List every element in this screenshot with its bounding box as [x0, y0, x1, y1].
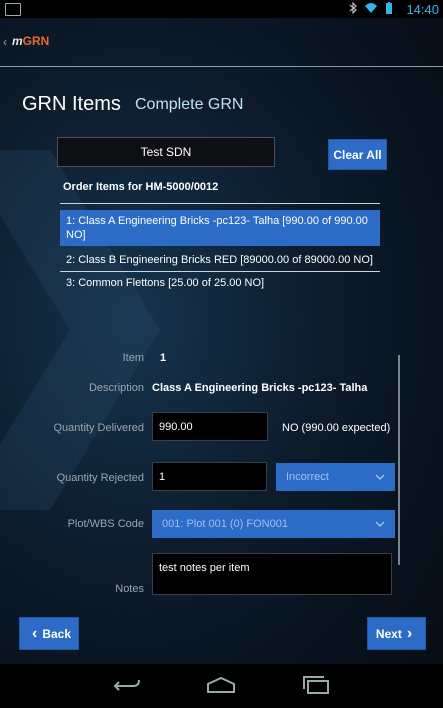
recent-apps-icon[interactable] [302, 676, 330, 694]
app-logo[interactable]: mGRN [12, 34, 49, 48]
battery-icon [386, 2, 392, 14]
rejection-reason-value: Incorrect [286, 471, 329, 483]
chevron-left-icon: ‹ [31, 624, 38, 642]
next-button-label: Next [375, 626, 402, 641]
back-button[interactable]: ‹ Back [19, 617, 79, 650]
clear-all-button[interactable]: Clear All [328, 139, 387, 170]
chevron-down-icon [375, 474, 385, 480]
notes-label: Notes [115, 583, 144, 595]
notes-textarea[interactable]: test notes per item [152, 553, 392, 595]
chevron-right-icon: › [406, 624, 413, 642]
home-nav-icon[interactable] [206, 676, 236, 694]
wifi-icon [365, 3, 377, 13]
list-item[interactable]: 2: Class B Engineering Bricks RED [89000… [60, 249, 380, 272]
quantity-expected-note: NO (990.00 expected) [282, 422, 391, 434]
quantity-delivered-label: Quantity Delivered [53, 422, 145, 434]
next-button[interactable]: Next › [367, 617, 426, 650]
quantity-rejected-input[interactable]: 1 [152, 462, 267, 491]
quantity-delivered-input[interactable]: 990.00 [152, 412, 268, 441]
plot-wbs-label: Plot/WBS Code [67, 518, 144, 530]
chevron-down-icon [375, 521, 385, 527]
list-divider [60, 203, 380, 204]
status-bar: 14:40 [0, 0, 443, 18]
status-time: 14:40 [406, 2, 439, 17]
bluetooth-icon [349, 2, 357, 14]
list-item[interactable]: 3: Common Flettons [25.00 of 25.00 NO] [60, 272, 380, 294]
quantity-rejected-label: Quantity Rejected [56, 472, 144, 484]
app-screen: 14:40 ‹ mGRN GRN Items Complete GRN Test… [0, 0, 443, 708]
page-title: GRN Items [22, 93, 121, 115]
plot-wbs-value: 001: Plot 001 (0) FON001 [162, 518, 288, 530]
up-navigation-icon[interactable]: ‹ [3, 35, 7, 49]
header-divider [0, 66, 443, 67]
page-subtitle: Complete GRN [135, 96, 244, 113]
item-value: 1 [160, 352, 167, 364]
sdn-field[interactable]: Test SDN [57, 137, 275, 167]
plot-wbs-select[interactable]: 001: Plot 001 (0) FON001 [152, 510, 395, 538]
image-icon [5, 3, 21, 16]
order-items-list: 1: Class A Engineering Bricks -pc123- Ta… [60, 203, 380, 294]
list-item[interactable]: 1: Class A Engineering Bricks -pc123- Ta… [60, 210, 380, 246]
system-navigation-bar [0, 664, 443, 708]
back-button-label: Back [42, 626, 71, 641]
status-icons [347, 2, 395, 14]
back-nav-icon[interactable] [113, 676, 141, 696]
description-label: Description [88, 382, 144, 394]
action-bar: ‹ mGRN [0, 18, 443, 66]
description-value: Class A Engineering Bricks -pc123- Talha [152, 382, 368, 394]
scrollbar[interactable] [398, 355, 400, 565]
item-label: Item [122, 352, 144, 364]
rejection-reason-select[interactable]: Incorrect [276, 463, 395, 491]
order-items-header: Order Items for HM-5000/0012 [63, 181, 219, 193]
